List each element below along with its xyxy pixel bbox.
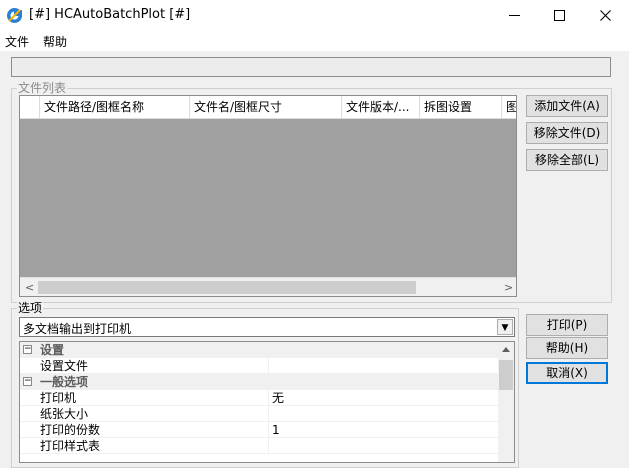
close-button[interactable] [583,0,629,31]
property-divider [268,358,269,374]
column-header-filename[interactable]: 文件名/图框尺寸 [190,96,342,118]
collapse-icon[interactable]: − [23,345,32,354]
options-group-label: 选项 [17,301,44,315]
app-icon [7,8,22,23]
remove-file-button[interactable]: 移除文件(D) [526,122,608,144]
horizontal-scroll-thumb[interactable] [38,281,416,294]
add-file-button[interactable]: 添加文件(A) [526,95,608,117]
collapse-icon[interactable]: − [23,377,32,386]
property-divider [268,406,269,422]
property-divider [268,438,269,454]
help-button[interactable]: 帮助(H) [526,337,608,359]
property-value[interactable]: 无 [272,390,284,406]
maximize-icon [554,10,565,21]
property-name: 纸张大小 [40,407,89,421]
property-name: 设置 [40,343,65,357]
property-name: 设置文件 [40,359,89,373]
list-header: 文件路径/图框名称 文件名/图框尺寸 文件版本/... 拆图设置 图 [20,96,516,119]
file-list-group-label: 文件列表 [17,81,68,95]
property-row[interactable]: 设置文件 [20,358,498,374]
dropdown-arrow-icon[interactable]: ▼ [497,319,513,335]
scroll-left-arrow-icon[interactable]: < [25,281,34,294]
property-category[interactable]: − 一般选项 [20,374,498,390]
vertical-scroll-thumb[interactable] [499,360,513,390]
title-bar: [#] HCAutoBatchPlot [#] [0,0,629,31]
cancel-button[interactable]: 取消(X) [526,362,608,384]
column-header-split-settings[interactable]: 拆图设置 [420,96,502,118]
vertical-scrollbar[interactable] [498,342,514,462]
property-divider [268,422,269,438]
maximize-button[interactable] [537,0,583,31]
property-name: 打印样式表 [40,439,101,453]
output-mode-select[interactable]: 多文档输出到打印机 ▼ [19,317,515,337]
minimize-button[interactable] [491,0,537,31]
remove-all-button[interactable]: 移除全部(L) [526,149,608,171]
property-category[interactable]: − 设置 [20,342,498,358]
column-header-path[interactable]: 文件路径/图框名称 [40,96,190,118]
output-mode-value: 多文档输出到打印机 [23,322,132,336]
file-list[interactable]: 文件路径/图框名称 文件名/图框尺寸 文件版本/... 拆图设置 图 < > [19,95,517,297]
close-icon [600,10,611,21]
print-button[interactable]: 打印(P) [526,314,608,336]
property-value[interactable]: 1 [272,422,280,438]
menu-help[interactable]: 帮助 [43,33,67,50]
property-divider [268,390,269,406]
scroll-right-arrow-icon[interactable]: > [504,281,513,294]
menu-bar: 文件 帮助 [0,31,629,51]
window-title: [#] HCAutoBatchPlot [#] [29,7,191,22]
property-row[interactable]: 打印的份数 1 [20,422,498,438]
property-name: 一般选项 [40,375,89,389]
property-row[interactable]: 打印机 无 [20,390,498,406]
column-header-blank[interactable] [20,96,40,118]
menu-file[interactable]: 文件 [5,33,29,50]
column-header-version[interactable]: 文件版本/... [342,96,420,118]
property-grid[interactable]: − 设置 设置文件 − 一般选项 打印机无纸张大小 打印的份数 1 打印样式表 [19,341,515,463]
scroll-up-arrow-icon[interactable] [502,347,510,352]
property-name: 打印的份数 [40,423,101,437]
minimize-icon [509,15,520,16]
property-row[interactable]: 纸张大小 [20,406,498,422]
property-name: 打印机 [40,391,77,405]
property-row[interactable]: 打印样式表 [20,438,498,454]
horizontal-scrollbar[interactable]: < > [20,277,516,296]
column-header-frame[interactable]: 图 [502,96,516,118]
progress-bar [11,57,611,77]
